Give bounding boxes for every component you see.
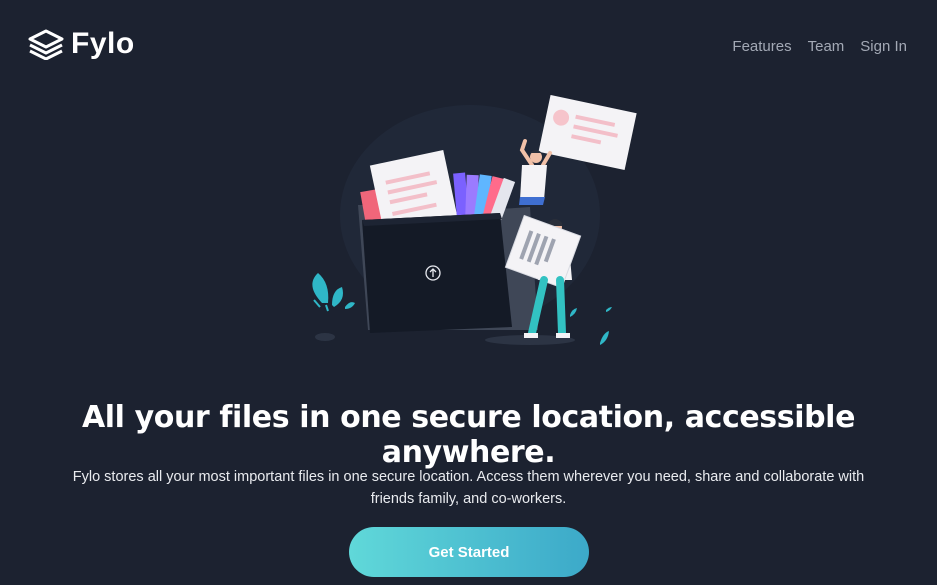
brand-name: Fylo bbox=[71, 27, 135, 60]
get-started-button[interactable]: Get Started bbox=[349, 527, 589, 577]
hero-description: Fylo stores all your most important file… bbox=[72, 469, 865, 507]
hero-headline: All your files in one secure location, a… bbox=[81, 400, 856, 470]
nav-team-link[interactable]: Team bbox=[808, 38, 845, 55]
nav-features-link[interactable]: Features bbox=[732, 38, 791, 55]
logo[interactable]: Fylo bbox=[27, 27, 135, 61]
stacked-layers-icon bbox=[28, 29, 64, 60]
main-nav: Features Team Sign In bbox=[732, 38, 907, 55]
nav-sign-in-link[interactable]: Sign In bbox=[860, 38, 907, 55]
header: Fylo Features Team Sign In bbox=[0, 0, 937, 90]
hero-illustration bbox=[312, 95, 637, 345]
page: Fylo Features Team Sign In All your file… bbox=[0, 0, 937, 585]
